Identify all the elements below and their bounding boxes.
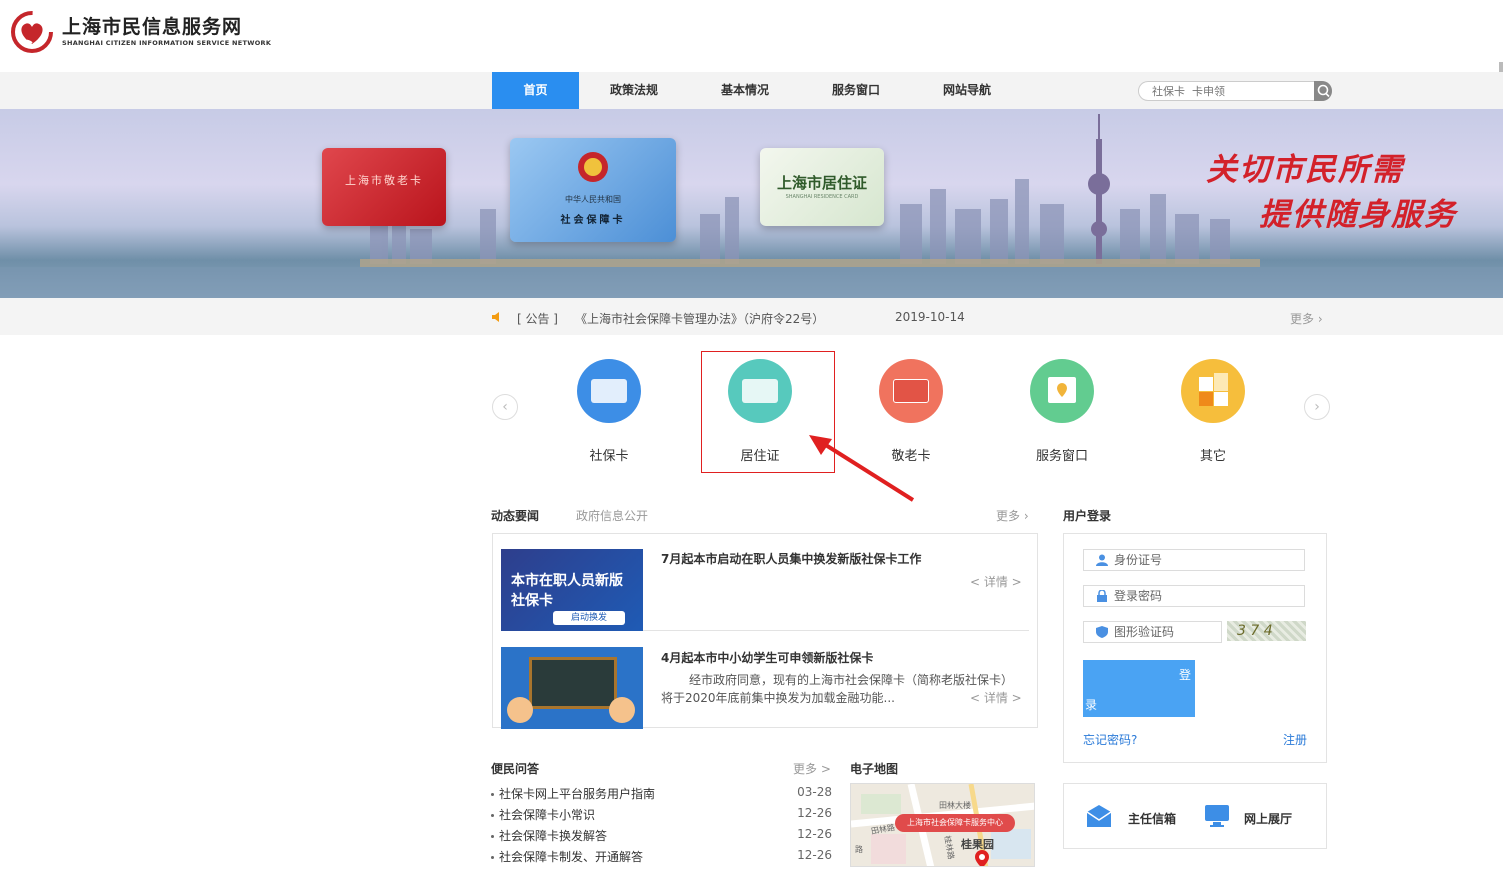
nav-policy[interactable]: 政策法规 xyxy=(590,72,678,109)
news-summary-line2: 将于2020年底前集中换发为加载金融功能... xyxy=(661,691,895,705)
slogan-line-1: 关切市民所需 xyxy=(1206,152,1404,188)
news-title-1[interactable]: 7月起本市启动在职人员集中换发新版社保卡工作 xyxy=(661,550,921,567)
notice-more-link[interactable]: 更多 › xyxy=(1290,310,1323,327)
service-window[interactable]: 服务窗口 xyxy=(997,359,1127,464)
news-image-1[interactable]: 本市在职人员新版社保卡 启动换发 xyxy=(501,549,643,631)
heart-logo-icon xyxy=(11,11,53,53)
slogan-line-2: 提供随身服务 xyxy=(1259,197,1457,233)
captcha-placeholder: 图形验证码 xyxy=(1114,625,1175,639)
speaker-icon xyxy=(492,312,499,322)
map-pin-icon xyxy=(1030,359,1094,423)
password-field[interactable]: 登录密码 xyxy=(1083,585,1305,607)
child-illustration xyxy=(507,697,533,723)
online-hall-link[interactable]: 网上展厅 xyxy=(1204,804,1314,830)
child-illustration xyxy=(609,697,635,723)
user-icon xyxy=(1096,554,1108,566)
search-icon xyxy=(1317,84,1330,98)
online-hall-label: 网上展厅 xyxy=(1244,812,1293,826)
id-number-field[interactable]: 身份证号 xyxy=(1083,549,1305,571)
qa-item[interactable]: 社会保障卡制发、开通解答 12-26 xyxy=(491,848,832,869)
quick-links-panel: 主任信箱 网上展厅 xyxy=(1063,783,1327,849)
service-social-card[interactable]: 社保卡 xyxy=(544,359,674,464)
notice-more-label: 更多 xyxy=(1290,312,1315,326)
login-panel: 身份证号 登录密码 图形验证码 3 7 4 登 录 忘记密码? 注册 xyxy=(1063,533,1327,763)
news-more-label: 更多 xyxy=(996,509,1021,523)
notice-bar: [ 公告 ] 《上海市社会保障卡管理办法》（沪府令22号） 2019-10-14… xyxy=(0,298,1503,335)
director-mailbox-link[interactable]: 主任信箱 xyxy=(1086,804,1206,830)
elder-card-icon xyxy=(879,359,943,423)
notice-link[interactable]: 《上海市社会保障卡管理办法》（沪府令22号） xyxy=(575,310,824,327)
news-detail-link-1[interactable]: < 详情 > xyxy=(970,573,1022,590)
service-other[interactable]: 其它 xyxy=(1148,359,1278,464)
red-arrow-annotation xyxy=(809,435,915,502)
elder-card-image: 上海市敬老卡 xyxy=(322,148,446,226)
nav-service-window[interactable]: 服务窗口 xyxy=(811,72,901,109)
blackboard-illustration xyxy=(529,657,617,709)
tab-news[interactable]: 动态要闻 xyxy=(491,507,539,524)
carousel-next-button[interactable]: › xyxy=(1304,394,1330,420)
map-road-label: 路 xyxy=(855,845,863,854)
qa-item[interactable]: 社会保障卡换发解答 12-26 xyxy=(491,827,832,848)
envelope-icon xyxy=(1086,805,1112,827)
qa-item[interactable]: 社会保障卡小常识 12-26 xyxy=(491,806,832,827)
map-title: 电子地图 xyxy=(850,762,899,776)
carousel-prev-button[interactable]: ‹ xyxy=(492,394,518,420)
login-title: 用户登录 xyxy=(1063,509,1112,523)
nav-site-map[interactable]: 网站导航 xyxy=(922,72,1012,109)
register-link[interactable]: 注册 xyxy=(1283,731,1307,748)
residence-card-image: 上海市居住证 SHANGHAI RESIDENCE CARD xyxy=(760,148,884,226)
id-placeholder: 身份证号 xyxy=(1114,553,1163,567)
search-box xyxy=(1138,81,1332,101)
news-list: 本市在职人员新版社保卡 启动换发 7月起本市启动在职人员集中换发新版社保卡工作 … xyxy=(492,533,1038,729)
notice-tag: [ 公告 ] xyxy=(517,312,558,326)
lock-icon xyxy=(1097,590,1107,602)
main-nav: 首页 政策法规 基本情况 服务窗口 网站导航 xyxy=(0,72,1503,109)
forgot-password-link[interactable]: 忘记密码? xyxy=(1083,731,1137,748)
search-input[interactable] xyxy=(1152,84,1312,99)
notice-date: 2019-10-14 xyxy=(895,310,965,324)
mailbox-label: 主任信箱 xyxy=(1128,812,1177,826)
tab-gov-info[interactable]: 政府信息公开 xyxy=(576,507,648,524)
news-divider xyxy=(643,630,1029,631)
map-pin-icon xyxy=(975,850,989,866)
site-logo[interactable]: 上海市民信息服务网 SHANGHAI CITIZEN INFORMATION S… xyxy=(10,10,272,55)
site-subtitle: SHANGHAI CITIZEN INFORMATION SERVICE NET… xyxy=(62,39,272,47)
hero-banner: 上海市敬老卡 中华人民共和国 社会保障卡 上海市居住证 SHANGHAI RES… xyxy=(0,109,1503,298)
qa-title: 便民问答 xyxy=(491,762,540,776)
qa-more-link[interactable]: 更多 > xyxy=(793,760,831,777)
map-road-label: 田林大楼 xyxy=(939,801,971,810)
service-label: 其它 xyxy=(1199,449,1226,464)
news-summary-line1: 经市政府同意，现有的上海市社会保障卡（简称老版社保卡） xyxy=(689,673,1014,687)
login-button-label-2: 录 xyxy=(1085,698,1098,712)
service-label: 社保卡 xyxy=(589,449,629,464)
login-button[interactable]: 登 录 xyxy=(1083,660,1195,717)
shield-icon xyxy=(1096,626,1108,638)
scrollbar-thumb[interactable] xyxy=(1499,62,1503,72)
captcha-field[interactable]: 图形验证码 xyxy=(1083,621,1222,643)
news-more-link[interactable]: 更多 › xyxy=(996,507,1029,524)
monitor-icon xyxy=(1205,805,1229,827)
search-button[interactable] xyxy=(1314,81,1332,101)
news-detail-link-2[interactable]: < 详情 > xyxy=(970,689,1022,706)
nav-home[interactable]: 首页 xyxy=(492,72,579,109)
service-label: 服务窗口 xyxy=(1035,449,1088,464)
electronic-map[interactable]: 田林大楼 田林路 上海市社会保障卡服务中心 桂果园 桂林路 路 xyxy=(850,783,1035,867)
map-location-label: 上海市社会保障卡服务中心 xyxy=(895,814,1015,832)
news-image-2[interactable] xyxy=(501,647,643,729)
qa-item[interactable]: 社保卡网上平台服务用户指南 03-28 xyxy=(491,785,832,806)
blocks-icon xyxy=(1181,359,1245,423)
nav-basic-info[interactable]: 基本情况 xyxy=(700,72,790,109)
social-card-icon xyxy=(577,359,641,423)
captcha-image[interactable]: 3 7 4 xyxy=(1227,621,1306,641)
site-title: 上海市民信息服务网 xyxy=(62,16,243,38)
news-title-2[interactable]: 4月起本市中小幼学生可申领新版社保卡 xyxy=(661,649,873,666)
social-security-card-image: 中华人民共和国 社会保障卡 xyxy=(510,138,676,242)
password-placeholder: 登录密码 xyxy=(1114,589,1163,603)
login-button-label-1: 登 xyxy=(1178,668,1191,682)
national-emblem-icon xyxy=(578,152,608,182)
